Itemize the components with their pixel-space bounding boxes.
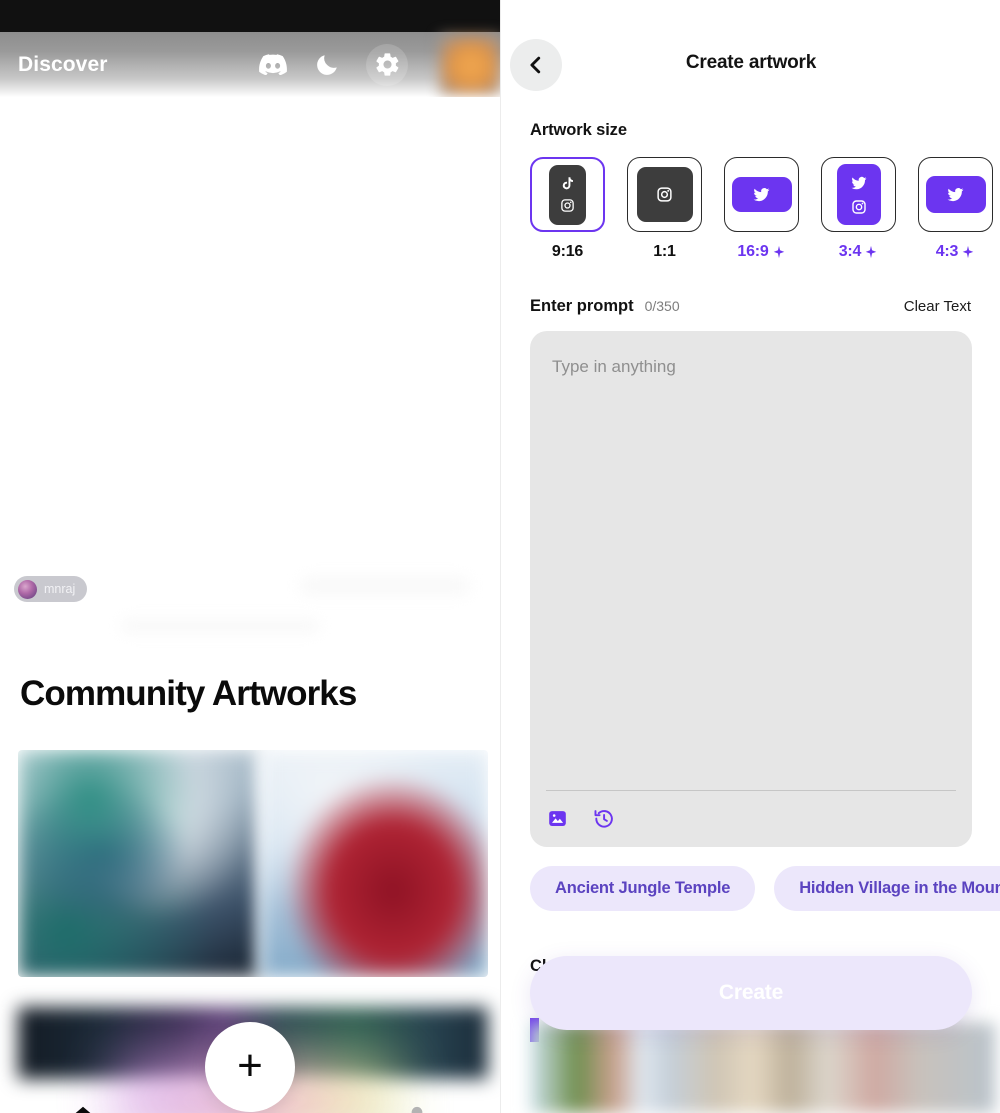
size-option-16-9[interactable]: 16:9 [724,157,799,261]
size-option-9-16[interactable]: 9:16 [530,157,605,261]
size-ratio-label: 9:16 [552,243,583,261]
chevron-left-icon [530,56,541,74]
create-artwork-header: Create artwork [501,34,1000,92]
create-artwork-panel: Create artwork Artwork size 9:16 1:1 16:… [500,0,1000,1113]
size-thumbnail [636,167,693,222]
discord-icon[interactable] [258,50,288,80]
page-title: Create artwork [685,52,817,73]
prompt-divider [546,789,956,791]
prompt-toolbar [546,807,615,830]
ratio-text: 3:4 [838,243,862,260]
style-thumbnail-row[interactable] [530,1023,995,1113]
sparkle-icon [866,245,877,259]
nav-profile[interactable] [333,1103,500,1113]
page-title: Discover [18,52,108,76]
create-button[interactable]: Create [530,956,972,1030]
instagram-icon [851,200,866,214]
ratio-text: 1:1 [653,243,676,260]
prompt-input[interactable]: Type in anything [552,357,950,377]
moon-icon[interactable] [312,50,342,80]
bottom-navigation [0,1087,500,1113]
ratio-text: 16:9 [737,243,769,260]
ghost-chip-a [300,575,470,597]
artwork-thumbnail[interactable] [261,750,488,977]
prompt-suggestions: Ancient Jungle Temple Hidden Village in … [530,866,1000,911]
app-screenshot: Discover mnraj Community Artworks + Crea… [0,0,1000,1113]
size-card[interactable] [530,157,605,232]
twitter-icon [851,176,866,190]
header-icon-group [258,35,500,94]
avatar[interactable] [440,35,500,94]
size-ratio-label: 3:4 [839,243,879,261]
artwork-thumbnail[interactable] [18,750,258,977]
tiktok-icon [562,177,573,190]
discover-header: Discover [0,32,500,97]
ratio-text: 4:3 [935,243,959,260]
clear-text-button[interactable]: Clear Text [904,298,971,315]
prompt-input-container[interactable]: Type in anything [530,331,972,847]
artwork-size-options: 9:16 1:1 16:9 3:4 4:3 [530,157,993,261]
status-bar [0,0,500,32]
size-option-1-1[interactable]: 1:1 [627,157,702,261]
size-card[interactable] [724,157,799,232]
artwork-grid [18,750,488,977]
twitter-icon [947,188,964,202]
size-thumbnail [925,176,986,213]
history-icon[interactable] [592,807,615,830]
instagram-icon [657,187,672,202]
suggestion-chip[interactable]: Hidden Village in the Mountains [774,866,1000,911]
home-icon [75,1106,91,1113]
artwork-author-chip[interactable]: mnraj [14,576,88,602]
ratio-text: 9:16 [551,243,584,260]
ghost-chip-b [120,617,320,635]
artwork-size-label: Artwork size [530,121,627,139]
size-card[interactable] [918,157,993,232]
sparkle-icon [773,245,784,259]
nav-home[interactable] [0,1103,167,1113]
author-name: mnraj [44,582,76,596]
size-thumbnail [731,177,792,212]
section-heading: Community Artworks [20,674,357,713]
size-option-3-4[interactable]: 3:4 [821,157,896,261]
size-ratio-label: 16:9 [737,243,785,261]
suggestion-chip[interactable]: Ancient Jungle Temple [530,866,756,911]
image-icon[interactable] [546,807,569,830]
twitter-icon [753,188,770,202]
prompt-character-counter: 0/350 [644,298,680,314]
avatar [18,579,37,599]
instagram-icon [561,199,574,212]
size-card[interactable] [821,157,896,232]
size-thumbnail [836,164,881,225]
gear-icon[interactable] [366,43,408,86]
prompt-header: Enter prompt 0/350 [530,297,680,316]
size-thumbnail [549,164,586,225]
size-ratio-label: 4:3 [936,243,976,261]
size-ratio-label: 1:1 [653,243,676,261]
sparkle-icon [963,245,974,259]
size-option-4-3[interactable]: 4:3 [918,157,993,261]
discover-content: mnraj Community Artworks + [0,97,500,1113]
discover-panel: Discover mnraj Community Artworks + [0,0,500,1113]
plus-icon: + [237,1040,263,1090]
back-button[interactable] [510,39,562,91]
size-card[interactable] [627,157,702,232]
prompt-label: Enter prompt [530,297,634,315]
profile-icon [411,1106,423,1113]
